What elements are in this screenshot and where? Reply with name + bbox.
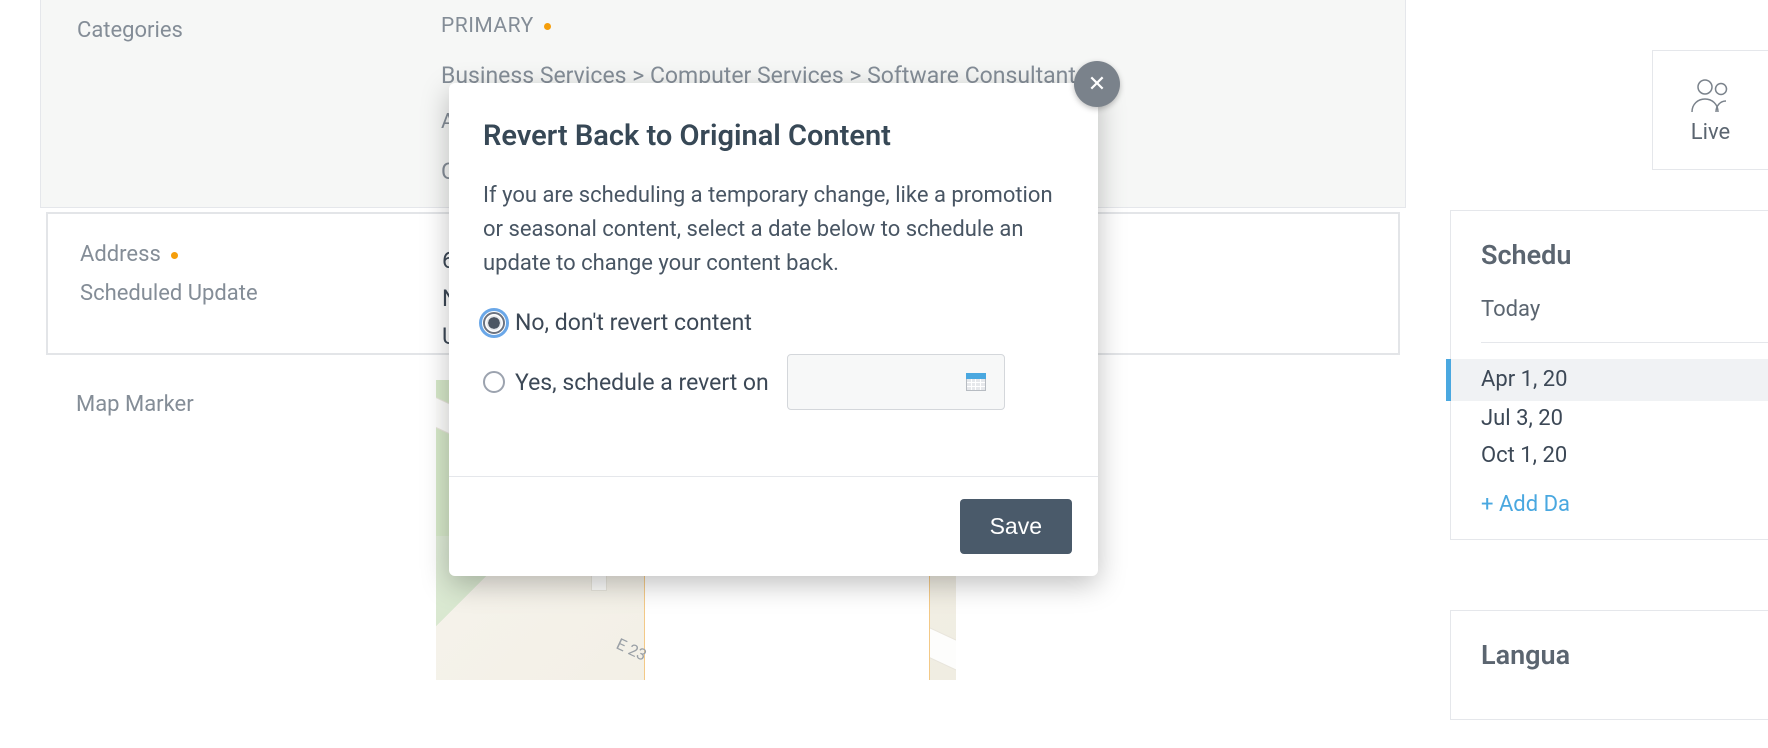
primary-row: PRIMARY (441, 14, 551, 38)
scheduled-date-item[interactable]: Oct 1, 20 (1481, 438, 1768, 474)
modal-body: Revert Back to Original Content If you a… (449, 83, 1098, 410)
close-icon: ✕ (1088, 72, 1106, 97)
save-button[interactable]: Save (960, 499, 1072, 554)
scheduled-updates-panel: Schedu Today Apr 1, 20 Jul 3, 20 Oct 1, … (1450, 210, 1768, 540)
date-input-wrap (787, 354, 1005, 410)
required-dot-icon (544, 23, 551, 30)
radio-label-yes: Yes, schedule a revert on (515, 369, 769, 396)
scheduled-today[interactable]: Today (1481, 297, 1768, 343)
radio-input-yes[interactable] (483, 371, 505, 393)
address-label: Address (80, 242, 161, 267)
right-sidebar: Live Schedu Today Apr 1, 20 Jul 3, 20 Oc… (1450, 0, 1768, 748)
modal-title: Revert Back to Original Content (483, 119, 1064, 153)
revert-date-input[interactable] (787, 354, 1005, 410)
live-status-card[interactable]: Live (1652, 50, 1768, 170)
scheduled-date-item[interactable]: Apr 1, 20 (1446, 359, 1768, 401)
modal-description: If you are scheduling a temporary change… (483, 179, 1064, 281)
language-title: Langua (1481, 639, 1768, 671)
scheduled-dates-list: Apr 1, 20 Jul 3, 20 Oct 1, 20 (1481, 359, 1768, 474)
scheduled-title: Schedu (1481, 239, 1768, 271)
calendar-icon (966, 373, 986, 391)
live-label: Live (1691, 120, 1730, 145)
close-button[interactable]: ✕ (1074, 61, 1120, 107)
radio-option-yes[interactable]: Yes, schedule a revert on (483, 354, 1064, 410)
add-date-link[interactable]: + Add Da (1481, 492, 1570, 517)
people-icon (1689, 76, 1733, 116)
categories-label: Categories (77, 18, 1369, 43)
required-dot-icon (171, 252, 178, 259)
radio-label-no: No, don't revert content (515, 309, 752, 336)
radio-option-no[interactable]: No, don't revert content (483, 309, 1064, 336)
language-panel: Langua (1450, 610, 1768, 720)
modal-footer: Save (449, 476, 1098, 576)
scheduled-date-item[interactable]: Jul 3, 20 (1481, 401, 1768, 437)
radio-input-no[interactable] (483, 312, 505, 334)
revert-modal: ✕ Revert Back to Original Content If you… (449, 83, 1098, 576)
primary-label: PRIMARY (441, 14, 534, 38)
